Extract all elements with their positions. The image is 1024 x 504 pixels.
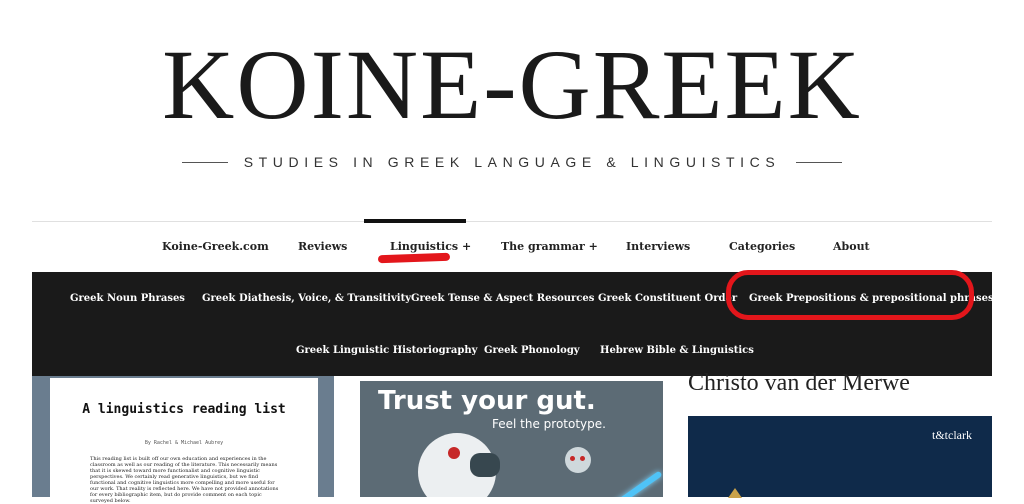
nav-item-reviews[interactable]: Reviews [298, 232, 347, 262]
menu-item-greek-noun-phrases[interactable]: Greek Noun Phrases [70, 289, 185, 309]
menu-item-greek-constituent-order[interactable]: Greek Constituent Order [598, 289, 737, 309]
tagline-right-rule [796, 161, 843, 163]
main-nav: Koine-Greek.com Reviews Linguistics + Th… [32, 232, 992, 262]
nav-top-rule [32, 221, 992, 222]
ad-title: Trust your gut. [378, 386, 596, 416]
sidebar-author-name: Christo van der Merwe [688, 370, 910, 396]
menu-item-greek-diathesis[interactable]: Greek Diathesis, Voice, & Transitivity [202, 289, 411, 309]
menu-item-greek-linguistic-historiography[interactable]: Greek Linguistic Historiography [296, 341, 477, 361]
nav-item-about[interactable]: About [833, 232, 870, 262]
nav-item-interviews[interactable]: Interviews [626, 232, 690, 262]
lightsaber-illustration [593, 470, 663, 497]
ad-subtitle: Feel the prototype. [492, 417, 606, 431]
reading-list-authors: By Rachel & Michael Aubrey [144, 440, 224, 446]
nav-active-indicator [364, 219, 466, 223]
helmet-visor [470, 453, 500, 477]
annotation-circle [726, 270, 974, 320]
nav-item-koine-greek-com[interactable]: Koine-Greek.com [162, 232, 269, 262]
droid-eye [570, 456, 575, 461]
droid-illustration [565, 447, 591, 473]
helmet-badge [448, 447, 460, 459]
ad-banner[interactable]: Trust your gut. Feel the prototype. [360, 381, 663, 497]
droid-eye [580, 456, 585, 461]
tagline-left-rule [181, 161, 228, 163]
menu-item-greek-tense-aspect[interactable]: Greek Tense & Aspect Resources [411, 289, 594, 309]
nav-item-categories[interactable]: Categories [729, 232, 795, 262]
menu-item-greek-phonology[interactable]: Greek Phonology [484, 341, 580, 361]
nav-item-the-grammar[interactable]: The grammar + [501, 232, 598, 262]
publisher-logo: t&tclark [932, 428, 972, 442]
reading-list-title: A linguistics reading list [82, 402, 286, 417]
site-title[interactable]: KOINE-GREEK [0, 30, 1024, 140]
menu-item-hebrew-bible-linguistics[interactable]: Hebrew Bible & Linguistics [600, 341, 754, 361]
tagline-text: STUDIES IN GREEK LANGUAGE & LINGUISTICS [243, 154, 781, 170]
tagline: STUDIES IN GREEK LANGUAGE & LINGUISTICS [170, 150, 854, 174]
